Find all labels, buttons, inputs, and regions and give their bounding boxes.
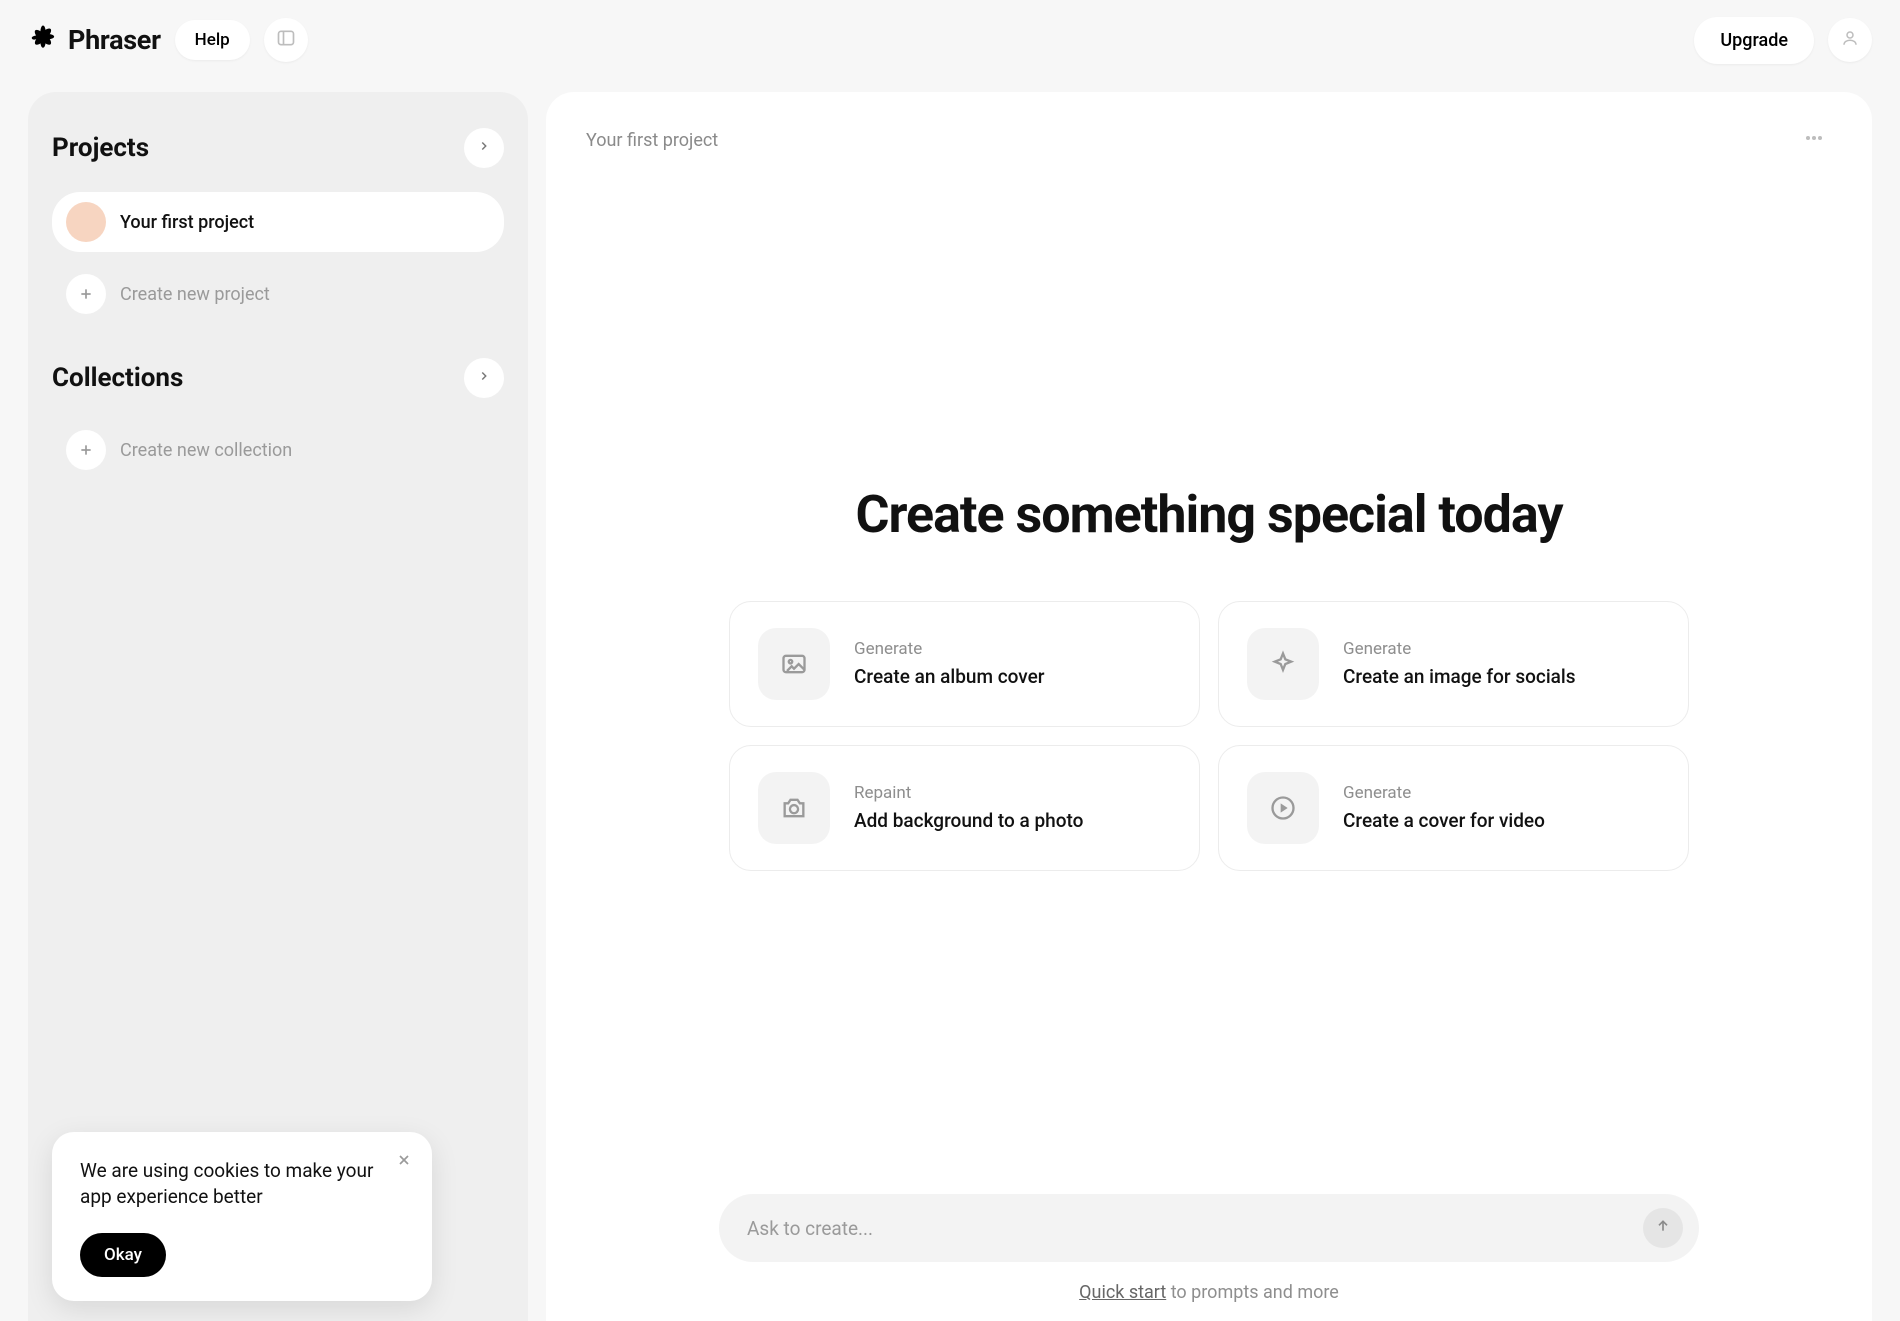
cookie-toast: We are using cookies to make your app ex… [52,1132,432,1301]
toast-close-button[interactable] [392,1148,416,1176]
card-title: Create an album cover [854,665,1045,688]
app-header: Phraser Help Upgrade [0,0,1900,80]
card-title: Add background to a photo [854,809,1083,832]
card-video-cover[interactable]: Generate Create a cover for video [1218,745,1689,871]
close-icon [396,1157,412,1172]
main-panel: Your first project Create something spec… [546,92,1872,1321]
sidebar-project-item[interactable]: Your first project [52,192,504,252]
ask-input[interactable] [747,1217,1643,1240]
camera-icon [758,772,830,844]
send-button[interactable] [1643,1208,1683,1248]
upgrade-button[interactable]: Upgrade [1694,17,1814,64]
project-name: Your first project [120,212,254,233]
create-project-button[interactable]: Create new project [52,266,504,322]
card-category: Generate [1343,639,1576,659]
sidebar: Projects Your first project Create new p… [28,92,528,1321]
breadcrumb: Your first project [586,130,718,151]
user-icon [1841,29,1859,51]
plus-icon [66,274,106,314]
sparkle-icon [1247,628,1319,700]
create-collection-label: Create new collection [120,440,292,461]
card-category: Generate [1343,783,1545,803]
main-header: Your first project [586,120,1832,160]
play-icon [1247,772,1319,844]
create-collection-button[interactable]: Create new collection [52,422,504,478]
card-socials-image[interactable]: Generate Create an image for socials [1218,601,1689,727]
chevron-right-icon [477,139,491,157]
brand: Phraser [28,23,161,57]
arrow-up-icon [1655,1218,1671,1238]
collections-expand-button[interactable] [464,358,504,398]
projects-title: Projects [52,133,149,163]
collections-header: Collections [52,358,504,398]
card-title: Create an image for socials [1343,665,1576,688]
quick-start-hint: Quick start to prompts and more [1079,1282,1339,1303]
card-category: Generate [854,639,1045,659]
more-options-button[interactable] [1796,120,1832,160]
dots-horizontal-icon [1802,139,1826,154]
sidebar-toggle-button[interactable] [264,18,308,62]
create-project-label: Create new project [120,284,270,305]
card-category: Repaint [854,783,1083,803]
brand-name: Phraser [68,24,161,56]
image-icon [758,628,830,700]
projects-header: Projects [52,128,504,168]
quick-start-link[interactable]: Quick start [1079,1282,1166,1303]
toast-message: We are using cookies to make your app ex… [80,1158,404,1211]
projects-expand-button[interactable] [464,128,504,168]
card-album-cover[interactable]: Generate Create an album cover [729,601,1200,727]
suggestion-cards: Generate Create an album cover Generate … [729,601,1689,871]
ask-input-wrap [719,1194,1699,1262]
panel-icon [276,28,296,52]
card-add-background[interactable]: Repaint Add background to a photo [729,745,1200,871]
hero-heading: Create something special today [855,484,1562,545]
toast-ok-button[interactable]: Okay [80,1233,166,1277]
collections-title: Collections [52,363,183,393]
plus-icon [66,430,106,470]
card-title: Create a cover for video [1343,809,1545,832]
logo-icon [28,23,58,57]
quick-start-rest: to prompts and more [1166,1282,1339,1303]
profile-button[interactable] [1828,18,1872,62]
project-color-dot [66,202,106,242]
help-button[interactable]: Help [175,20,250,60]
chevron-right-icon [477,369,491,387]
